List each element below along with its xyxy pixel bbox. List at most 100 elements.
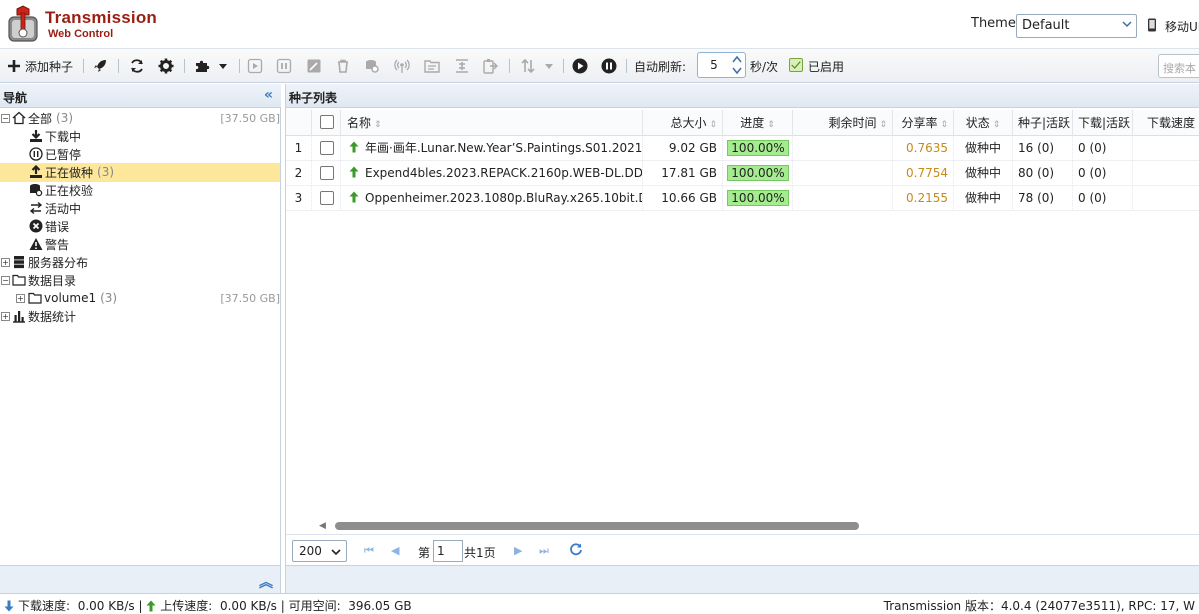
column-header-download-speed[interactable]: 下载速度	[1133, 110, 1199, 136]
recheck-button[interactable]	[306, 57, 322, 75]
nav-item-seeding[interactable]: 正在做种 (3)	[29, 163, 114, 181]
torrent-size: 17.81 GB	[643, 161, 723, 186]
remove-torrent-button[interactable]	[335, 57, 351, 75]
row-checkbox[interactable]	[320, 141, 334, 155]
row-checkbox[interactable]	[320, 191, 334, 205]
torrent-name-cell[interactable]: 年画·画年.Lunar.New.Year’S.Paintings.S01.202…	[341, 136, 643, 161]
tree-collapse-toggle[interactable]: −	[1, 276, 10, 285]
toolbar-divider	[83, 59, 84, 73]
torrent-name-cell[interactable]: Oppenheimer.2023.1080p.BluRay.x265.10bit…	[341, 186, 643, 211]
tree-expand-toggle[interactable]: +	[1, 312, 10, 321]
pause-circle-icon	[29, 147, 43, 161]
torrent-seeds: 78 (0)	[1013, 186, 1073, 211]
torrent-peers: 0 (0)	[1073, 186, 1133, 211]
column-header-ratio[interactable]: 分享率 ⇕	[893, 110, 954, 136]
nav-item-paused[interactable]: 已暂停	[29, 145, 81, 163]
torrent-row[interactable]: 1 年画·画年.Lunar.New.Year’S.Paintings.S01.2…	[286, 136, 1199, 161]
column-header-eta[interactable]: 剩余时间 ⇕	[793, 110, 893, 136]
transmission-logo-icon	[6, 5, 40, 43]
start-all-torrents-button[interactable]	[572, 57, 588, 75]
refresh-unit-label: 秒/次	[750, 60, 779, 74]
tree-collapse-toggle[interactable]: −	[1, 114, 10, 123]
search-input[interactable]: 搜索本	[1158, 54, 1199, 78]
warning-icon	[29, 237, 43, 251]
refresh-interval-spinner[interactable]: 5	[697, 52, 746, 78]
nav-item-statistics[interactable]: 数据统计	[12, 307, 76, 325]
scrollbar-thumb[interactable]	[335, 522, 859, 530]
page-number-input[interactable]: 1	[433, 540, 463, 562]
move-button[interactable]	[454, 57, 470, 75]
column-header-peers[interactable]: 下载|活跃	[1073, 110, 1133, 136]
play-circle-icon	[572, 58, 588, 74]
nav-item-label: 数据统计	[28, 309, 77, 324]
reload-icon[interactable]	[569, 542, 583, 556]
column-header-seeds[interactable]: 种子|活跃	[1013, 110, 1073, 136]
nav-item-label: volume1	[44, 291, 97, 305]
nav-item-data-dirs[interactable]: 数据目录	[12, 271, 76, 289]
edit-icon	[307, 59, 321, 73]
first-page-icon[interactable]: ⏮	[364, 544, 374, 558]
nav-item-all[interactable]: 全部 (3) [37.50 GB]	[12, 109, 280, 127]
torrent-status: 做种中	[954, 161, 1013, 186]
last-page-icon[interactable]: ⏭	[539, 544, 549, 558]
nav-panel-title: 导航	[3, 91, 28, 105]
reannounce-button[interactable]	[394, 57, 410, 75]
nav-item-warning[interactable]: 警告	[29, 235, 69, 253]
toolbar-divider	[626, 59, 627, 73]
add-torrent-button[interactable]: 添加种子	[6, 57, 73, 75]
torrent-row[interactable]: 3 Oppenheimer.2023.1080p.BluRay.x265.10b…	[286, 186, 1199, 211]
auto-refresh-enabled-label[interactable]: 已启用	[808, 58, 844, 75]
theme-select[interactable]: Default	[1016, 14, 1137, 38]
nav-item-active[interactable]: 活动中	[29, 199, 81, 217]
mobile-phone-icon[interactable]	[1147, 18, 1157, 32]
nav-item-count: (3)	[56, 111, 74, 125]
refresh-interval-value[interactable]: 5	[698, 58, 730, 72]
nav-item-volume1[interactable]: volume1 (3) [37.50 GB]	[28, 289, 280, 307]
nav-item-servers[interactable]: 服务器分布	[12, 253, 88, 271]
page-size-select[interactable]: 200	[292, 540, 347, 562]
plugins-menu-button[interactable]	[194, 57, 228, 75]
collapse-left-icon[interactable]: «	[264, 87, 273, 103]
download-arrow-icon	[4, 600, 14, 611]
status-bar: 下载速度: 0.00 KB/s | 上传速度: 0.00 KB/s | 可用空间…	[0, 593, 1199, 613]
refresh-button[interactable]	[129, 57, 145, 75]
previous-page-icon[interactable]: ◀	[391, 544, 399, 557]
column-header-size[interactable]: 总大小 ⇕	[643, 110, 723, 136]
tree-expand-toggle[interactable]: +	[16, 294, 25, 303]
nav-item-error[interactable]: 错误	[29, 217, 69, 235]
tree-expand-toggle[interactable]: +	[1, 258, 10, 267]
column-header-label: 进度	[740, 116, 765, 130]
pause-all-torrents-button[interactable]	[601, 57, 617, 75]
chevron-down-icon[interactable]	[731, 65, 743, 76]
theme-label: Theme:	[971, 16, 1021, 31]
next-page-icon[interactable]: ▶	[514, 544, 522, 557]
upload-arrow-icon	[146, 600, 156, 611]
start-torrent-button[interactable]	[247, 57, 263, 75]
start-all-button[interactable]	[92, 57, 108, 75]
auto-refresh-enabled-checkbox[interactable]	[789, 58, 803, 72]
torrent-download-speed	[1133, 136, 1199, 161]
row-checkbox[interactable]	[320, 166, 334, 180]
pause-torrent-button[interactable]	[276, 57, 292, 75]
expand-up-icon[interactable]: ︽	[259, 572, 273, 592]
select-all-checkbox[interactable]	[320, 115, 334, 129]
column-header-name[interactable]: 名称 ⇕	[341, 110, 643, 136]
nav-item-label: 服务器分布	[28, 255, 89, 270]
verify-button[interactable]	[364, 57, 380, 75]
sort-menu-button[interactable]	[520, 57, 554, 75]
torrent-name-cell[interactable]: Expend4bles.2023.REPACK.2160p.WEB-DL.DDP…	[341, 161, 643, 186]
horizontal-scrollbar[interactable]: ◀	[319, 521, 1199, 531]
mobile-ui-link[interactable]: 移动UI	[1165, 18, 1199, 35]
torrent-progress-cell: 100.00%	[723, 161, 793, 186]
rename-button[interactable]	[424, 57, 440, 75]
copy-button[interactable]	[482, 57, 498, 75]
column-header-progress[interactable]: 进度 ⇕	[723, 110, 793, 136]
page-label: 第	[418, 546, 431, 560]
torrent-row[interactable]: 2 Expend4bles.2023.REPACK.2160p.WEB-DL.D…	[286, 161, 1199, 186]
settings-button[interactable]	[158, 57, 174, 75]
scroll-left-arrow-icon[interactable]: ◀	[319, 521, 326, 531]
column-header-status[interactable]: 状态 ⇕	[954, 110, 1013, 136]
nav-item-downloading[interactable]: 下载中	[29, 127, 81, 145]
nav-item-checking[interactable]: 正在校验	[29, 181, 93, 199]
chevron-up-icon[interactable]	[731, 54, 743, 65]
